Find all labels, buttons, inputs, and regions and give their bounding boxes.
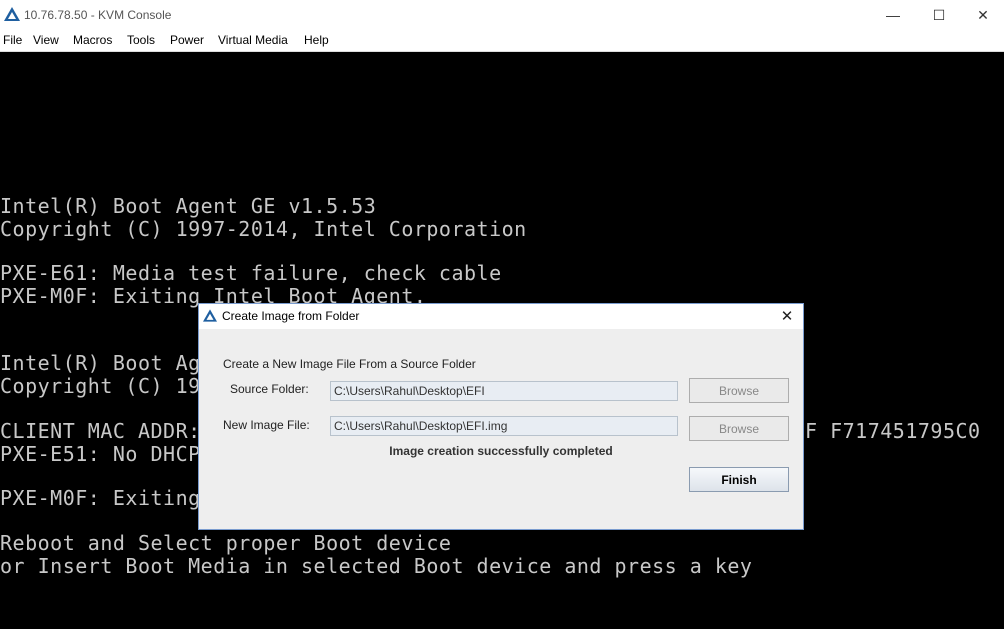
dialog-heading: Create a New Image File From a Source Fo… — [223, 357, 476, 371]
console-line: Intel(R) Boot Ag — [0, 351, 201, 375]
console-line: CLIENT MAC ADDR: — [0, 419, 201, 443]
window-titlebar: 10.76.78.50 - KVM Console — ☐ ✕ — [0, 0, 1004, 30]
new-image-file-field[interactable]: C:\Users\Rahul\Desktop\EFI.img — [330, 416, 678, 436]
menu-file[interactable]: File — [3, 33, 22, 47]
console-line: or Insert Boot Media in selected Boot de… — [0, 554, 753, 578]
menu-power[interactable]: Power — [170, 33, 204, 47]
kvm-app-icon — [4, 7, 20, 21]
source-folder-label: Source Folder: — [230, 382, 309, 396]
menu-view[interactable]: View — [33, 33, 59, 47]
close-button[interactable]: ✕ — [960, 0, 1004, 30]
finish-button[interactable]: Finish — [689, 467, 789, 492]
dialog-titlebar[interactable]: Create Image from Folder ✕ — [199, 304, 803, 329]
menu-macros[interactable]: Macros — [73, 33, 112, 47]
new-image-file-label: New Image File: — [223, 418, 310, 432]
dialog-title: Create Image from Folder — [222, 309, 360, 323]
menu-bar: File View Macros Tools Power Virtual Med… — [0, 30, 1004, 52]
source-folder-field[interactable]: C:\Users\Rahul\Desktop\EFI — [330, 381, 678, 401]
minimize-button[interactable]: — — [870, 0, 916, 30]
console-line: PXE-M0F: Exiting — [0, 486, 201, 510]
menu-virtual-media[interactable]: Virtual Media — [218, 33, 288, 47]
source-browse-button[interactable]: Browse — [689, 378, 789, 403]
console-line: Reboot and Select proper Boot device — [0, 531, 452, 555]
image-browse-button[interactable]: Browse — [689, 416, 789, 441]
console-line: Copyright (C) 19 — [0, 374, 201, 398]
console-line: PXE-E61: Media test failure, check cable — [0, 261, 502, 285]
menu-tools[interactable]: Tools — [127, 33, 155, 47]
menu-help[interactable]: Help — [304, 33, 329, 47]
console-line: PXE-E51: No DHCP — [0, 442, 201, 466]
kvm-app-icon — [203, 309, 217, 322]
window-title: 10.76.78.50 - KVM Console — [24, 8, 172, 22]
maximize-button[interactable]: ☐ — [916, 0, 962, 30]
status-message: Image creation successfully completed — [389, 444, 613, 458]
dialog-close-button[interactable]: ✕ — [777, 306, 797, 326]
console-line: Copyright (C) 1997-2014, Intel Corporati… — [0, 217, 527, 241]
console-line: Intel(R) Boot Agent GE v1.5.53 — [0, 194, 377, 218]
console-line: F F717451795C0 — [805, 419, 981, 443]
create-image-dialog: Create Image from Folder ✕ Create a New … — [198, 303, 804, 530]
